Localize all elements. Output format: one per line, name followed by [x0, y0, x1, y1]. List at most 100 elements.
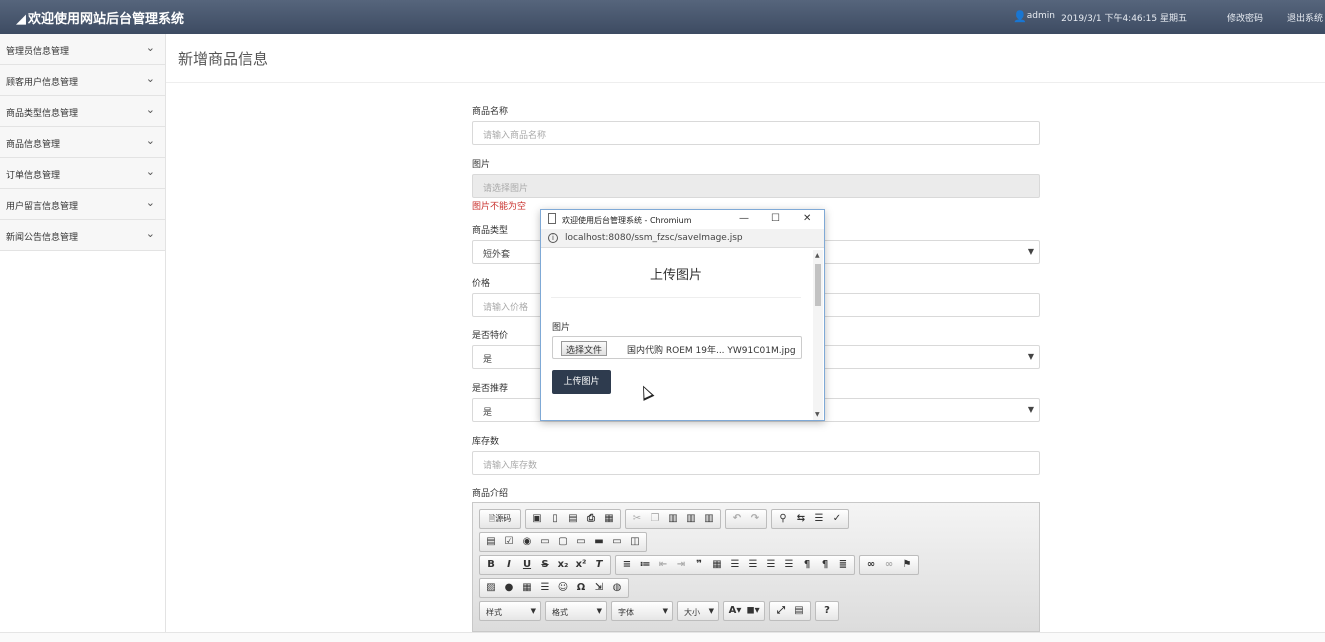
checkbox-icon[interactable]: ☑	[500, 533, 518, 551]
toolbar-group: B I U S x₂ x² T	[479, 555, 611, 575]
file-input[interactable]: 选择文件 国内代购 ROEM 19年... YW91C01M.jpg	[552, 336, 802, 359]
textarea-icon[interactable]: ▢	[554, 533, 572, 551]
print-icon[interactable]: ⎙	[582, 510, 600, 528]
language-icon[interactable]: ≣	[834, 556, 852, 574]
show-blocks-icon[interactable]: ▤	[790, 602, 808, 620]
stock-input[interactable]: 请输入库存数	[472, 451, 1040, 475]
rtl-icon[interactable]: ¶	[816, 556, 834, 574]
paste-icon[interactable]: ▥	[664, 510, 682, 528]
horizontal-rule-icon[interactable]: ☰	[536, 579, 554, 597]
ltr-icon[interactable]: ¶	[798, 556, 816, 574]
sidebar-item-news[interactable]: 新闻公告信息管理 ⌄	[0, 220, 165, 251]
choose-file-button[interactable]: 选择文件	[561, 341, 608, 356]
spellcheck-icon[interactable]: ✓	[828, 510, 846, 528]
align-center-icon[interactable]: ☰	[744, 556, 762, 574]
minimize-icon[interactable]: —	[739, 213, 749, 224]
image-input[interactable]: 请选择图片	[472, 174, 1040, 198]
blockquote-icon[interactable]: ❞	[690, 556, 708, 574]
subscript-icon[interactable]: x₂	[554, 556, 572, 574]
sidebar-item-customer[interactable]: 顾客用户信息管理 ⌄	[0, 65, 165, 96]
smiley-icon[interactable]: ☺	[554, 579, 572, 597]
style-combo[interactable]: 样式 ▼	[479, 601, 541, 621]
outdent-icon[interactable]: ⇤	[654, 556, 672, 574]
align-right-icon[interactable]: ☰	[762, 556, 780, 574]
bold-icon[interactable]: B	[482, 556, 500, 574]
upload-image-button[interactable]: 上传图片	[552, 370, 611, 394]
rich-text-editor[interactable]: 🗎源码 ▣ ▯ ▤ ⎙ ▦ ✂ ❐ ▥ ▥ ▥ ↶ ↷ ⚲ ⇆ ☰ ✓ ▤ ☑ …	[472, 502, 1040, 632]
copy-icon[interactable]: ❐	[646, 510, 664, 528]
superscript-icon[interactable]: x²	[572, 556, 590, 574]
format-combo[interactable]: 格式 ▼	[545, 601, 607, 621]
paste-word-icon[interactable]: ▥	[700, 510, 718, 528]
name-input[interactable]: 请输入商品名称	[472, 121, 1040, 145]
size-combo[interactable]: 大小 ▼	[677, 601, 719, 621]
div-icon[interactable]: ▦	[708, 556, 726, 574]
special-char-icon[interactable]: Ω	[572, 579, 590, 597]
link-icon[interactable]: ∞	[862, 556, 880, 574]
page-break-icon[interactable]: ⇲	[590, 579, 608, 597]
scroll-down-icon[interactable]: ▼	[815, 411, 820, 418]
username[interactable]: admin	[1027, 11, 1055, 21]
unlink-icon[interactable]: ∞	[880, 556, 898, 574]
font-combo[interactable]: 字体 ▼	[611, 601, 673, 621]
sidebar-item-order[interactable]: 订单信息管理 ⌄	[0, 158, 165, 189]
save-icon[interactable]: ▣	[528, 510, 546, 528]
popup-titlebar[interactable]: 欢迎使用后台管理系统 - Chromium — ☐ ✕	[541, 210, 824, 229]
find-icon[interactable]: ⚲	[774, 510, 792, 528]
editor-toolbar-row: ▨ ● ▦ ☰ ☺ Ω ⇲ ◍	[479, 578, 629, 598]
select-all-icon[interactable]: ☰	[810, 510, 828, 528]
sidebar-item-product-type[interactable]: 商品类型信息管理 ⌄	[0, 96, 165, 127]
source-button[interactable]: 🗎源码	[482, 510, 518, 528]
popup-url: localhost:8080/ssm_fzsc/saveImage.jsp	[565, 233, 743, 243]
select-icon[interactable]: ▭	[572, 533, 590, 551]
image-button-icon[interactable]: ▭	[608, 533, 626, 551]
new-page-icon[interactable]: ▯	[546, 510, 564, 528]
table-icon[interactable]: ▦	[518, 579, 536, 597]
cut-icon[interactable]: ✂	[628, 510, 646, 528]
italic-icon[interactable]: I	[500, 556, 518, 574]
change-password-link[interactable]: 修改密码	[1227, 11, 1263, 24]
text-color-icon[interactable]: A▾	[726, 602, 744, 620]
sidebar-item-admin[interactable]: 管理员信息管理 ⌄	[0, 34, 165, 65]
indent-icon[interactable]: ⇥	[672, 556, 690, 574]
popup-address-bar[interactable]: i localhost:8080/ssm_fzsc/saveImage.jsp	[541, 229, 824, 248]
toolbar-group: ✂ ❐ ▥ ▥ ▥	[625, 509, 721, 529]
undo-icon[interactable]: ↶	[728, 510, 746, 528]
scroll-up-icon[interactable]: ▲	[815, 252, 820, 259]
anchor-icon[interactable]: ⚑	[898, 556, 916, 574]
bg-color-icon[interactable]: ◼▾	[744, 602, 762, 620]
paste-text-icon[interactable]: ▥	[682, 510, 700, 528]
maximize-icon[interactable]: ⤢	[772, 602, 790, 620]
replace-icon[interactable]: ⇆	[792, 510, 810, 528]
numbered-list-icon[interactable]: ≡	[618, 556, 636, 574]
remove-format-icon[interactable]: T	[590, 556, 608, 574]
logout-link[interactable]: 退出系统	[1287, 11, 1323, 24]
strikethrough-icon[interactable]: S	[536, 556, 554, 574]
textfield-icon[interactable]: ▭	[536, 533, 554, 551]
brand[interactable]: ◢ 欢迎使用网站后台管理系统	[16, 8, 184, 27]
flash-icon[interactable]: ●	[500, 579, 518, 597]
preview-icon[interactable]: ▤	[564, 510, 582, 528]
sidebar-item-message[interactable]: 用户留言信息管理 ⌄	[0, 189, 165, 220]
popup-window-title: 欢迎使用后台管理系统 - Chromium	[562, 216, 692, 225]
underline-icon[interactable]: U	[518, 556, 536, 574]
redo-icon[interactable]: ↷	[746, 510, 764, 528]
popup-scrollbar[interactable]: ▲ ▼	[813, 250, 823, 420]
form-icon[interactable]: ▤	[482, 533, 500, 551]
justify-icon[interactable]: ☰	[780, 556, 798, 574]
help-icon[interactable]: ?	[818, 602, 836, 620]
maximize-icon[interactable]: ☐	[771, 213, 780, 224]
hidden-field-icon[interactable]: ◫	[626, 533, 644, 551]
chevron-down-icon: ⌄	[145, 165, 155, 178]
align-left-icon[interactable]: ☰	[726, 556, 744, 574]
close-icon[interactable]: ✕	[803, 213, 811, 224]
bulleted-list-icon[interactable]: ≔	[636, 556, 654, 574]
radio-icon[interactable]: ◉	[518, 533, 536, 551]
button-icon[interactable]: ▬	[590, 533, 608, 551]
sidebar-item-product[interactable]: 商品信息管理 ⌄	[0, 127, 165, 158]
template-icon[interactable]: ▦	[600, 510, 618, 528]
image-icon[interactable]: ▨	[482, 579, 500, 597]
paper-plane-icon: ◢	[16, 12, 26, 27]
scrollbar-thumb[interactable]	[815, 264, 821, 306]
iframe-icon[interactable]: ◍	[608, 579, 626, 597]
